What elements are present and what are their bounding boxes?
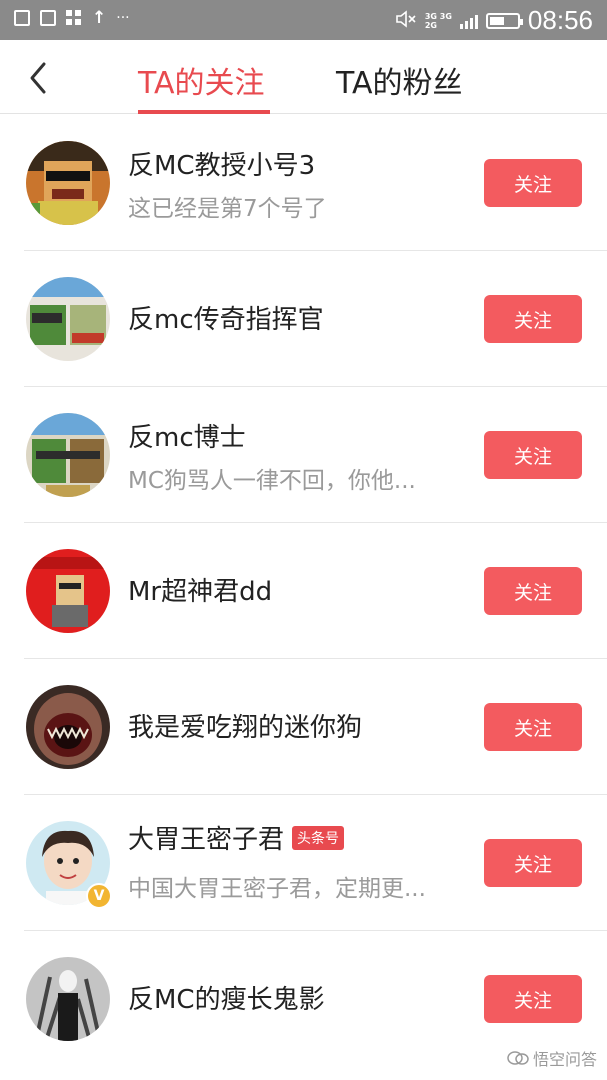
- tab-fans[interactable]: TA的粉丝: [336, 58, 463, 102]
- user-description: MC狗骂人一律不回，你他...: [128, 468, 416, 494]
- user-name[interactable]: 反mc博士: [128, 417, 246, 454]
- avatar[interactable]: [26, 549, 110, 633]
- signal-icon: [459, 13, 478, 29]
- follow-button[interactable]: 关注: [484, 431, 582, 479]
- list-item[interactable]: 我是爱吃翔的迷你狗 关注: [24, 659, 607, 795]
- follow-button[interactable]: 关注: [484, 159, 582, 207]
- list-item[interactable]: V 大胃王密子君 头条号 中国大胃王密子君，定期更... 关注: [24, 795, 607, 931]
- avatar[interactable]: [26, 141, 110, 225]
- user-description: 这已经是第7个号了: [128, 196, 327, 222]
- avatar[interactable]: [26, 685, 110, 769]
- mute-icon: [395, 9, 417, 33]
- user-name[interactable]: 反MC教授小号3: [128, 145, 315, 182]
- list-item[interactable]: 反mc传奇指挥官 关注: [24, 251, 607, 387]
- user-description: 中国大胃王密子君，定期更...: [128, 876, 426, 902]
- upload-arrow-icon: ↑: [92, 8, 107, 28]
- back-button[interactable]: [22, 58, 58, 98]
- wukong-logo-icon: [507, 1051, 529, 1065]
- following-list: 反MC教授小号3 这已经是第7个号了 关注 反mc传奇指挥官 关注 反mc博士 …: [0, 115, 607, 1067]
- grid-icon: [66, 10, 82, 26]
- follow-button[interactable]: 关注: [484, 975, 582, 1023]
- follow-button[interactable]: 关注: [484, 567, 582, 615]
- user-name[interactable]: 反MC的瘦长鬼影: [128, 979, 325, 1016]
- avatar[interactable]: [26, 277, 110, 361]
- user-name[interactable]: 我是爱吃翔的迷你狗: [128, 707, 362, 744]
- follow-button[interactable]: 关注: [484, 295, 582, 343]
- chevron-left-icon: [30, 62, 46, 94]
- image-icon: [14, 10, 30, 26]
- mail-icon: [40, 10, 56, 26]
- user-name[interactable]: 大胃王密子君 头条号: [128, 819, 345, 856]
- more-dots-icon: ···: [116, 10, 130, 26]
- verified-icon: V: [86, 883, 112, 909]
- follow-button[interactable]: 关注: [484, 839, 582, 887]
- tab-following[interactable]: TA的关注: [138, 58, 265, 102]
- list-item[interactable]: Mr超神君dd 关注: [24, 523, 607, 659]
- avatar[interactable]: [26, 413, 110, 497]
- status-bar: ↑ ··· 3G 3G 2G 08:56: [0, 0, 607, 40]
- active-tab-indicator: [138, 110, 270, 114]
- user-name[interactable]: 反mc传奇指挥官: [128, 299, 324, 336]
- user-name[interactable]: Mr超神君dd: [128, 571, 272, 608]
- header: TA的关注 TA的粉丝: [0, 40, 607, 114]
- avatar[interactable]: [26, 957, 110, 1041]
- network-label: 3G 3G 2G: [424, 11, 452, 30]
- status-time: 08:56: [527, 5, 593, 35]
- battery-icon: [485, 12, 523, 29]
- follow-button[interactable]: 关注: [484, 703, 582, 751]
- list-item[interactable]: 反mc博士 MC狗骂人一律不回，你他... 关注: [24, 387, 607, 523]
- watermark: 悟空问答: [507, 1046, 597, 1070]
- toutiao-badge: 头条号: [292, 826, 345, 850]
- list-item[interactable]: 反MC教授小号3 这已经是第7个号了 关注: [24, 115, 607, 251]
